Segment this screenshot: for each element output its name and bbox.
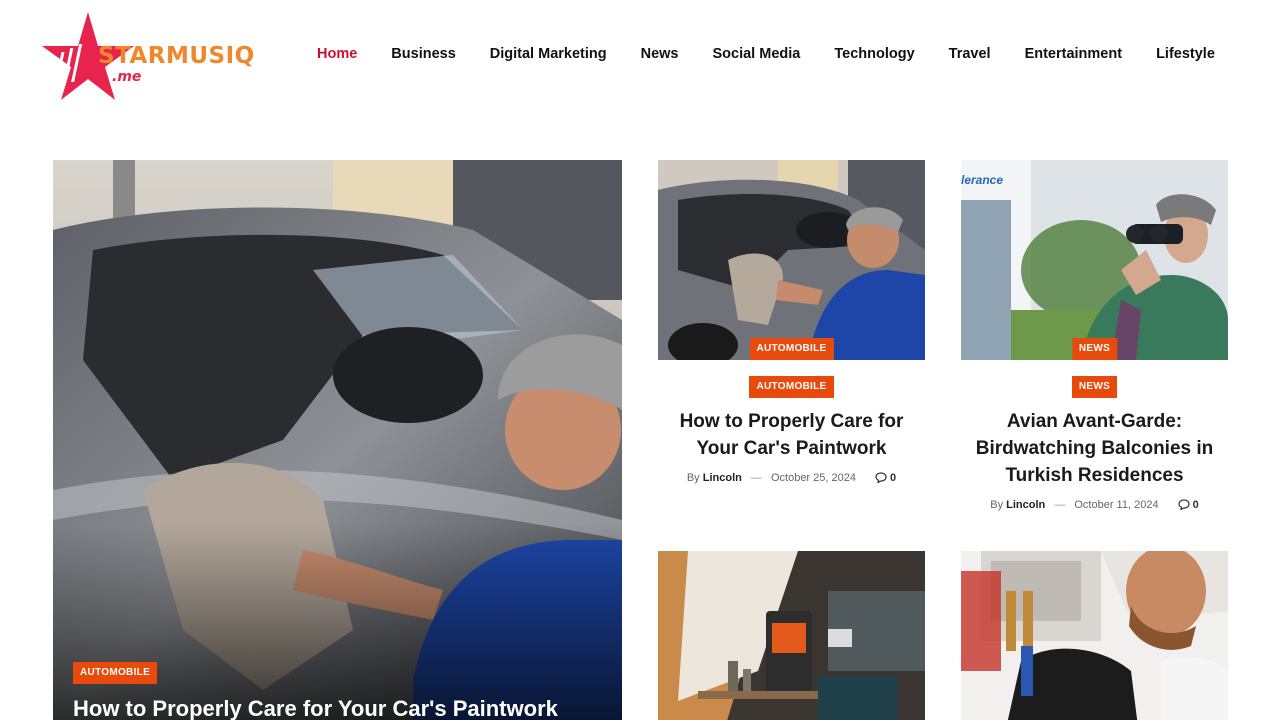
post-card: lerance NEWS NEWS Avian Avant-Garde: Bir… xyxy=(961,160,1228,511)
nav-item-entertainment[interactable]: Entertainment xyxy=(1008,40,1140,68)
post-card xyxy=(961,551,1228,720)
nav-item-digital-marketing[interactable]: Digital Marketing xyxy=(473,40,624,68)
nav-item-lifestyle[interactable]: Lifestyle xyxy=(1139,40,1232,68)
meta-separator: — xyxy=(1054,499,1066,511)
comment-icon xyxy=(1178,499,1190,510)
nav-item-business[interactable]: Business xyxy=(374,40,472,68)
comment-count: 0 xyxy=(890,472,897,484)
post-date: October 25, 2024 xyxy=(770,472,856,484)
post-title[interactable]: Avian Avant-Garde: Birdwatching Balconie… xyxy=(961,408,1228,489)
post-category-badge[interactable]: NEWS xyxy=(1071,376,1118,398)
thumbnail-category-badge[interactable]: NEWS xyxy=(1071,338,1118,360)
post-card xyxy=(658,551,925,720)
post-author[interactable]: Lincoln xyxy=(703,472,742,484)
hero-post[interactable]: AUTOMOBILE How to Properly Care for Your… xyxy=(53,160,622,720)
site-logo[interactable]: STARMUSIQ .me xyxy=(40,12,268,102)
post-meta: By Lincoln — October 11, 2024 0 xyxy=(961,499,1228,511)
hero-category-badge[interactable]: AUTOMOBILE xyxy=(73,662,158,684)
post-category-badge[interactable]: AUTOMOBILE xyxy=(749,376,834,398)
meta-separator: — xyxy=(750,472,762,484)
nav-item-home[interactable]: Home xyxy=(300,40,374,68)
post-meta: By Lincoln — October 25, 2024 0 xyxy=(658,472,925,484)
post-thumbnail[interactable] xyxy=(658,551,925,720)
post-comments[interactable]: 0 xyxy=(875,472,896,484)
car-care-image xyxy=(658,160,925,360)
logo-text: STARMUSIQ xyxy=(98,43,255,69)
post-thumbnail[interactable]: AUTOMOBILE xyxy=(658,160,925,360)
nav-item-news[interactable]: News xyxy=(624,40,696,68)
post-date: October 11, 2024 xyxy=(1074,499,1159,511)
nav-item-technology[interactable]: Technology xyxy=(817,40,931,68)
nav-item-social-media[interactable]: Social Media xyxy=(696,40,818,68)
thumbnail-category-badge[interactable]: AUTOMOBILE xyxy=(749,338,834,360)
plumber-image xyxy=(961,551,1228,720)
hero-image xyxy=(53,160,622,720)
comment-count: 0 xyxy=(1192,499,1199,511)
author-prefix: By xyxy=(686,472,700,484)
post-card: AUTOMOBILE AUTOMOBILE How to Properly Ca… xyxy=(658,160,925,484)
post-author[interactable]: Lincoln xyxy=(1006,499,1045,511)
billboard-text: lerance xyxy=(961,173,1003,187)
logo-suffix: .me xyxy=(112,69,141,85)
hero-title[interactable]: How to Properly Care for Your Car's Pain… xyxy=(73,696,613,720)
post-thumbnail[interactable] xyxy=(961,551,1228,720)
birdwatching-image: lerance xyxy=(961,160,1228,360)
comment-icon xyxy=(875,472,887,483)
star-logo-icon: STARMUSIQ .me xyxy=(42,12,255,100)
power-station-image xyxy=(658,551,925,720)
post-thumbnail[interactable]: lerance NEWS xyxy=(961,160,1228,360)
author-prefix: By xyxy=(990,499,1004,511)
main-nav: Home Business Digital Marketing News Soc… xyxy=(300,40,1232,68)
nav-item-travel[interactable]: Travel xyxy=(932,40,1008,68)
site-header: STARMUSIQ .me Home Business Digital Mark… xyxy=(0,0,1280,110)
post-comments[interactable]: 0 xyxy=(1178,499,1199,511)
post-title[interactable]: How to Properly Care for Your Car's Pain… xyxy=(658,408,925,462)
